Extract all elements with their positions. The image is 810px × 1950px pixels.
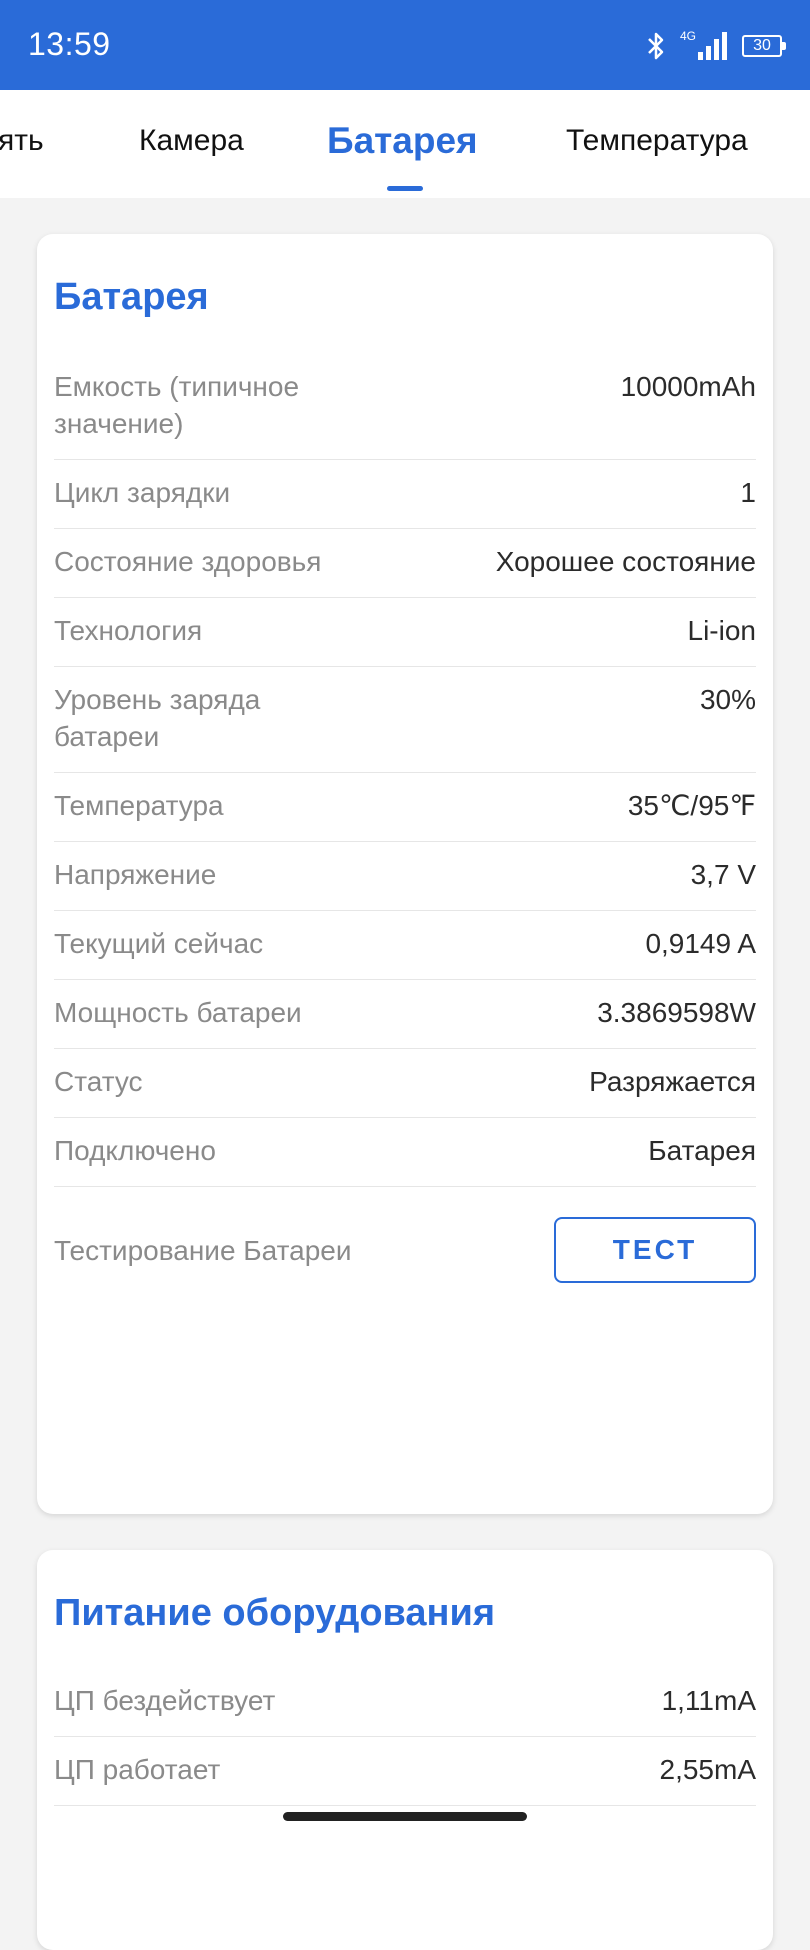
battery-card: Батарея Емкость (типичное значение) 1000… <box>37 234 773 1514</box>
row-label: ЦП работает <box>54 1754 221 1785</box>
info-row-cpu-active: ЦП работает 2,55mA <box>54 1737 756 1806</box>
row-label: Текущий сейчас <box>54 928 264 959</box>
battery-test-button[interactable]: ТЕСТ <box>554 1217 756 1283</box>
hardware-power-list: ЦП бездействует 1,11mA ЦП работает 2,55m… <box>54 1668 756 1806</box>
tab-battery[interactable]: Батарея <box>327 120 478 162</box>
battery-info-list: Емкость (типичное значение) 10000mAh Цик… <box>54 354 756 1300</box>
row-value: 1,11mA <box>661 1685 756 1716</box>
battery-level-text: 30 <box>753 37 771 54</box>
row-label: Температура <box>54 790 224 821</box>
signal-icon <box>698 32 728 60</box>
active-tab-indicator <box>387 186 423 191</box>
hardware-power-card: Питание оборудования ЦП бездействует 1,1… <box>37 1550 773 1950</box>
info-row-capacity: Емкость (типичное значение) 10000mAh <box>54 354 756 460</box>
row-label: Емкость (типичное значение) <box>54 371 300 439</box>
info-row-health: Состояние здоровья Хорошее состояние <box>54 529 756 598</box>
network-type-label: 4G <box>679 29 696 43</box>
tab-camera[interactable]: Камера <box>139 124 244 158</box>
row-value: Батарея <box>648 1135 756 1166</box>
battery-test-row: Тестирование Батареи ТЕСТ <box>54 1187 756 1300</box>
row-label: ЦП бездействует <box>54 1685 276 1716</box>
status-icons: 4G 30 <box>646 28 786 64</box>
row-label: Подключено <box>54 1135 216 1166</box>
info-row-temperature: Температура 35℃/95℉ <box>54 773 756 842</box>
row-value: 30% <box>699 684 756 715</box>
row-value: 3.3869598W <box>597 997 756 1028</box>
status-time: 13:59 <box>28 26 111 62</box>
row-label: Состояние здоровья <box>54 546 322 577</box>
card-title: Питание оборудования <box>54 1592 496 1634</box>
card-title: Батарея <box>54 276 209 318</box>
row-value: 10000mAh <box>620 371 756 402</box>
tab-memory[interactable]: ять <box>0 124 44 158</box>
info-row-charge-level: Уровень заряда батареи 30% <box>54 667 756 773</box>
info-row-voltage: Напряжение 3,7 V <box>54 842 756 911</box>
row-label: Уровень заряда батареи <box>54 684 261 752</box>
row-value: 35℃/95℉ <box>627 790 756 821</box>
row-label: Напряжение <box>54 859 217 890</box>
row-label: Статус <box>54 1066 143 1097</box>
row-value: 3,7 V <box>690 859 756 890</box>
info-row-connected: Подключено Батарея <box>54 1118 756 1187</box>
info-row-current: Текущий сейчас 0,9149 A <box>54 911 756 980</box>
info-row-cpu-idle: ЦП бездействует 1,11mA <box>54 1668 756 1737</box>
bluetooth-icon <box>646 31 666 61</box>
home-indicator[interactable] <box>283 1812 527 1821</box>
status-bar: 13:59 4G 30 <box>0 0 810 90</box>
row-value: 0,9149 A <box>645 928 756 959</box>
tab-bar: ять Камера Батарея Температура <box>0 90 810 198</box>
row-label: Технология <box>54 615 203 646</box>
row-value: Хорошее состояние <box>495 546 756 577</box>
row-value: 2,55mA <box>659 1754 757 1785</box>
info-row-status: Статус Разряжается <box>54 1049 756 1118</box>
row-value: Li-ion <box>687 615 756 646</box>
row-value: Разряжается <box>589 1066 756 1097</box>
info-row-technology: Технология Li-ion <box>54 598 756 667</box>
battery-icon: 30 <box>742 35 786 57</box>
row-value: 1 <box>740 477 756 508</box>
row-label: Цикл зарядки <box>54 477 231 508</box>
battery-test-label: Тестирование Батареи <box>54 1234 352 1266</box>
tab-temperature[interactable]: Температура <box>566 124 748 158</box>
info-row-power: Мощность батареи 3.3869598W <box>54 980 756 1049</box>
info-row-charge-cycles: Цикл зарядки 1 <box>54 460 756 529</box>
row-label: Мощность батареи <box>54 997 302 1028</box>
